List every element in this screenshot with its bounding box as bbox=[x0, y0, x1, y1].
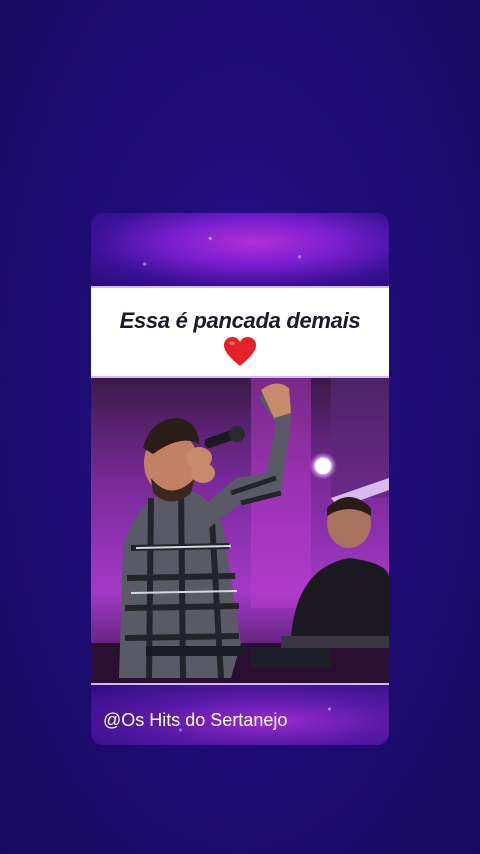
watermark-handle: @Os Hits do Sertanejo bbox=[103, 710, 288, 730]
galaxy-banner-bottom: @Os Hits do Sertanejo bbox=[91, 683, 389, 745]
galaxy-banner-top bbox=[91, 213, 389, 286]
heart-icon bbox=[224, 337, 256, 366]
caption-box: Essa é pancada demais bbox=[91, 286, 389, 378]
caption-text: Essa é pancada demais bbox=[119, 308, 361, 333]
app-screen: Essa é pancada demais @Os Hits do Sertan… bbox=[0, 0, 480, 854]
concert-photo bbox=[91, 378, 389, 683]
video-card[interactable]: Essa é pancada demais @Os Hits do Sertan… bbox=[91, 213, 389, 745]
singer-illustration bbox=[91, 378, 389, 683]
